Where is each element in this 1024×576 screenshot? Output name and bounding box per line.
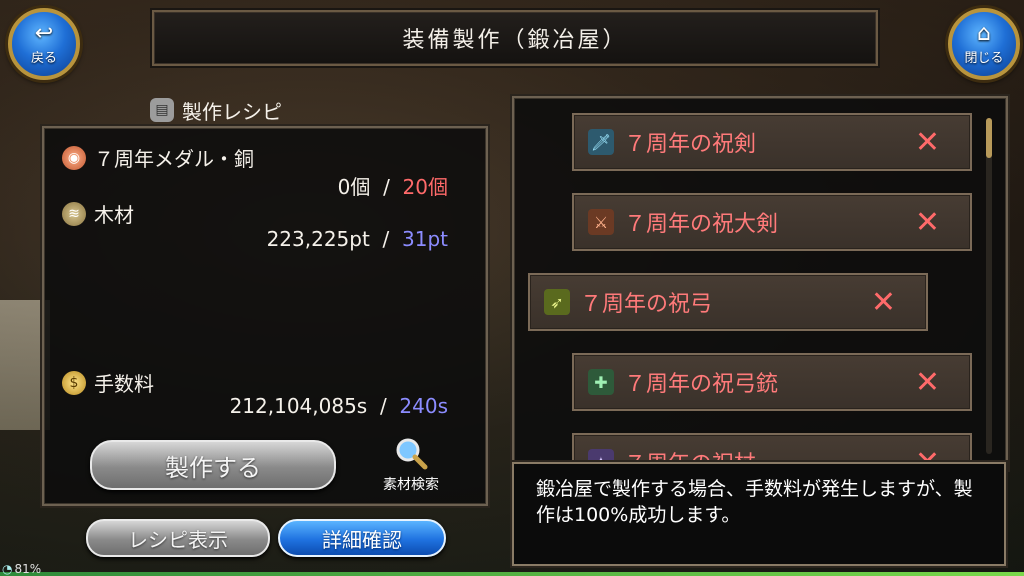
details-label: 詳細確認 (322, 527, 402, 552)
recipe-heading-text: 製作レシピ (182, 99, 282, 124)
material-have: 0個 (337, 175, 371, 199)
progress-strip (0, 572, 1024, 576)
close-button[interactable]: ⌂ 閉じる (948, 8, 1020, 80)
back-button[interactable]: ↩ 戻る (8, 8, 80, 80)
material-search-button[interactable]: 素材検索 (366, 436, 456, 496)
fee-name-text: 手数料 (94, 372, 154, 396)
list-item-label: ７周年の祝弓銃 (624, 372, 779, 397)
list-item[interactable]: 🗡 ７周年の祝剣 ✕ (572, 113, 972, 171)
list-item-label: ７周年の祝弓 (580, 292, 713, 317)
unavailable-icon: ✕ (915, 445, 940, 461)
list-scrollbar[interactable] (986, 118, 992, 454)
medal-icon: ◉ (62, 145, 86, 170)
list-item-label: ７周年の祝大剣 (624, 212, 779, 237)
unavailable-icon: ✕ (914, 364, 940, 400)
list-scrollbar-thumb[interactable] (986, 118, 992, 158)
fee-name: $ 手数料 (62, 368, 154, 397)
info-message-box: 鍛冶屋で製作する場合、手数料が発生しますが、製作は100%成功します。 (512, 462, 1006, 566)
material-name-text: ７周年メダル・銅 (94, 147, 254, 171)
sword-icon: 🗡 (588, 129, 614, 155)
list-item[interactable]: ⚔ ７周年の祝大剣 ✕ (572, 193, 972, 251)
craft-button-label: 製作する (165, 453, 261, 482)
battery-indicator: ◔ 81% (2, 562, 41, 576)
material-amount: 0個 / 20個 (250, 171, 448, 199)
battery-icon: ◔ (2, 562, 13, 576)
list-item[interactable]: ➶ ７周年の祝弓 ✕ (528, 273, 928, 331)
material-name: ≋ 木材 (62, 199, 134, 228)
details-button[interactable]: 詳細確認 (278, 519, 446, 557)
material-need: 20個 (402, 175, 448, 199)
recipe-view-label: レシピ表示 (128, 527, 228, 552)
close-button-label: 閉じる (964, 50, 1004, 66)
material-name-text: 木材 (94, 203, 134, 227)
list-item-label: ７周年の祝杖 (624, 446, 756, 460)
back-button-label: 戻る (30, 50, 57, 66)
material-have: 223,225pt (266, 227, 370, 251)
status-bar (0, 566, 1024, 576)
craft-button[interactable]: 製作する (90, 440, 336, 490)
unavailable-icon: ✕ (870, 284, 896, 320)
fee-have: 212,104,085s (229, 394, 368, 418)
unavailable-icon: ✕ (914, 204, 940, 240)
fee-amount: 212,104,085s / 240s (150, 394, 448, 422)
material-separator: / (383, 175, 390, 199)
list-item-label: ７周年の祝剣 (624, 132, 757, 157)
back-arrow-icon: ↩ (34, 20, 54, 46)
list-item[interactable]: ✦ ７周年の祝杖 ✕ (572, 433, 972, 460)
list-item-clip: ✦ ７周年の祝杖 ✕ (572, 431, 972, 460)
recipe-view-button[interactable]: レシピ表示 (86, 519, 270, 557)
material-separator: / (382, 227, 390, 251)
fee-need: 240s (399, 394, 448, 418)
bow-icon: ➶ (544, 289, 570, 315)
battery-text: 81% (14, 562, 42, 576)
material-amount: 223,225pt / 31pt (200, 227, 448, 255)
page-title-text: 装備製作（鍛冶屋） (402, 28, 628, 53)
coin-icon: $ (62, 370, 86, 395)
recipe-book-icon: ▤ (150, 98, 174, 122)
info-message-text: 鍛冶屋で製作する場合、手数料が発生しますが、製作は100%成功します。 (536, 478, 973, 526)
page-title: 装備製作（鍛冶屋） (152, 10, 878, 66)
recipe-heading: ▤ 製作レシピ (150, 95, 282, 125)
crossbow-icon: ✚ (588, 369, 614, 395)
material-need: 31pt (402, 227, 448, 251)
unavailable-icon: ✕ (914, 124, 940, 160)
greatsword-icon: ⚔ (588, 209, 614, 235)
staff-icon: ✦ (588, 449, 614, 460)
material-name: ◉ ７周年メダル・銅 (62, 143, 254, 172)
magnifier-icon (396, 438, 428, 470)
wood-icon: ≋ (62, 201, 86, 226)
home-icon: ⌂ (977, 20, 991, 46)
list-item[interactable]: ✚ ７周年の祝弓銃 ✕ (572, 353, 972, 411)
fee-separator: / (379, 394, 387, 418)
material-search-label: 素材検索 (383, 477, 439, 493)
